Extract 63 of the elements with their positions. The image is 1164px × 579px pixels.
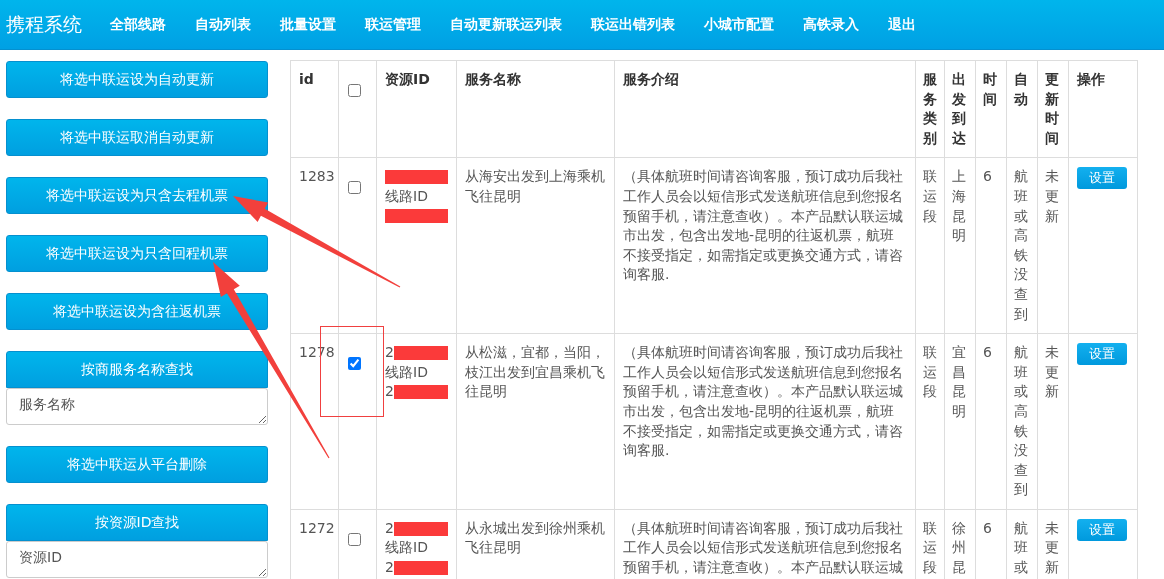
route-text: 徐州昆 (952, 519, 966, 576)
column-header: 时间 (983, 71, 997, 107)
service-name: 从永城出发到徐州乘机飞往昆明 (465, 519, 605, 556)
brand-title[interactable]: 携程系统 (6, 11, 82, 38)
row-id: 1272 (299, 519, 335, 536)
resource-id-text: 线路ID (385, 538, 428, 558)
service-description: （具体航班时间请咨询客服，预订成功后我社工作人员会以短信形式发送航班信息到您报名预留手机，请注意查收）。本产品默认联运城 (623, 519, 903, 576)
column-header: 出发到达 (952, 71, 966, 146)
update-status: 未更新 (1045, 168, 1059, 224)
search-button[interactable]: 按商服务名称查找 (6, 351, 268, 388)
column-header: 自动 (1014, 71, 1028, 107)
time-text: 6 (983, 519, 992, 536)
resource-id-text: 2 (385, 558, 394, 578)
update-status: 未更新 (1045, 344, 1059, 400)
column-header: 服务名称 (465, 71, 521, 87)
action-button[interactable]: 将选中联运设为含往返机票 (6, 293, 268, 330)
search-button[interactable]: 按资源ID查找 (6, 504, 268, 541)
resource-id-text: 2 (385, 343, 394, 363)
action-button[interactable]: 将选中联运设为只含回程机票 (6, 235, 268, 272)
nav-link[interactable]: 全部线路 (110, 15, 166, 34)
resource-id-text: 线路ID (385, 186, 428, 206)
column-header: 服务类别 (923, 71, 937, 146)
column-header: 服务介绍 (623, 71, 679, 87)
service-description: （具体航班时间请咨询客服，预订成功后我社工作人员会以短信形式发送航班信息到您报名预留手机，请注意查收）。本产品默认联运城市出发，包含出发地-昆明的往返机票，航班不接受指定，如需指定或更换交通方式，请咨询客服. (623, 168, 903, 283)
time-text: 6 (983, 344, 992, 361)
resource-id-text: 2 (385, 382, 394, 402)
nav-link[interactable]: 联运管理 (365, 15, 421, 34)
nav-link[interactable]: 高铁录入 (803, 15, 859, 34)
route-text: 上海昆明 (952, 168, 966, 244)
settings-button[interactable]: 设置 (1077, 518, 1127, 541)
service-category: 联运段 (923, 519, 937, 576)
service-description: （具体航班时间请咨询客服，预订成功后我社工作人员会以短信形式发送航班信息到您报名预留手机，请注意查收）。本产品默认联运城市出发，包含出发地-昆明的往返机票，航班不接受指定，如需指定或更换交通方式，请咨询客服. (623, 344, 903, 459)
nav-link[interactable]: 退出 (888, 15, 916, 34)
resource-id-text: 线路ID (385, 362, 428, 382)
column-header: id (299, 71, 314, 87)
service-name: 从松滋，宜都，当阳，枝江出发到宜昌乘机飞往昆明 (465, 344, 605, 400)
settings-button[interactable]: 设置 (1077, 167, 1127, 190)
nav-link[interactable]: 联运出错列表 (591, 15, 675, 34)
action-button[interactable]: 将选中联运设为只含去程机票 (6, 177, 268, 214)
column-header: 资源ID (385, 71, 430, 87)
service-name: 从海安出发到上海乘机飞往昆明 (465, 168, 605, 204)
action-button[interactable]: 将选中联运取消自动更新 (6, 119, 268, 156)
route-text: 宜昌昆明 (952, 344, 966, 419)
auto-status: 航班或高铁没查到 (1014, 344, 1028, 498)
nav-link[interactable]: 自动更新联运列表 (450, 15, 562, 34)
resource-id-text: 2 (385, 518, 394, 538)
search-field[interactable]: 资源ID (6, 541, 268, 578)
service-category: 联运段 (923, 168, 937, 224)
auto-status: 航班或 (1014, 519, 1028, 576)
row-id: 1283 (299, 168, 335, 185)
action-button[interactable]: 将选中联运设为自动更新 (6, 61, 268, 98)
column-header: 更新时间 (1045, 71, 1059, 146)
nav-link[interactable]: 自动列表 (195, 15, 251, 34)
nav-link[interactable]: 批量设置 (280, 15, 336, 34)
search-field[interactable]: 服务名称 (6, 388, 268, 425)
update-status: 未更新 (1045, 519, 1059, 576)
service-category: 联运段 (923, 344, 937, 400)
settings-button[interactable]: 设置 (1077, 343, 1127, 366)
column-header: 操作 (1077, 71, 1105, 87)
nav-link[interactable]: 小城市配置 (704, 15, 774, 34)
auto-status: 航班或高铁没查到 (1014, 168, 1028, 322)
action-button[interactable]: 将选中联运从平台删除 (6, 446, 268, 483)
time-text: 6 (983, 168, 992, 185)
